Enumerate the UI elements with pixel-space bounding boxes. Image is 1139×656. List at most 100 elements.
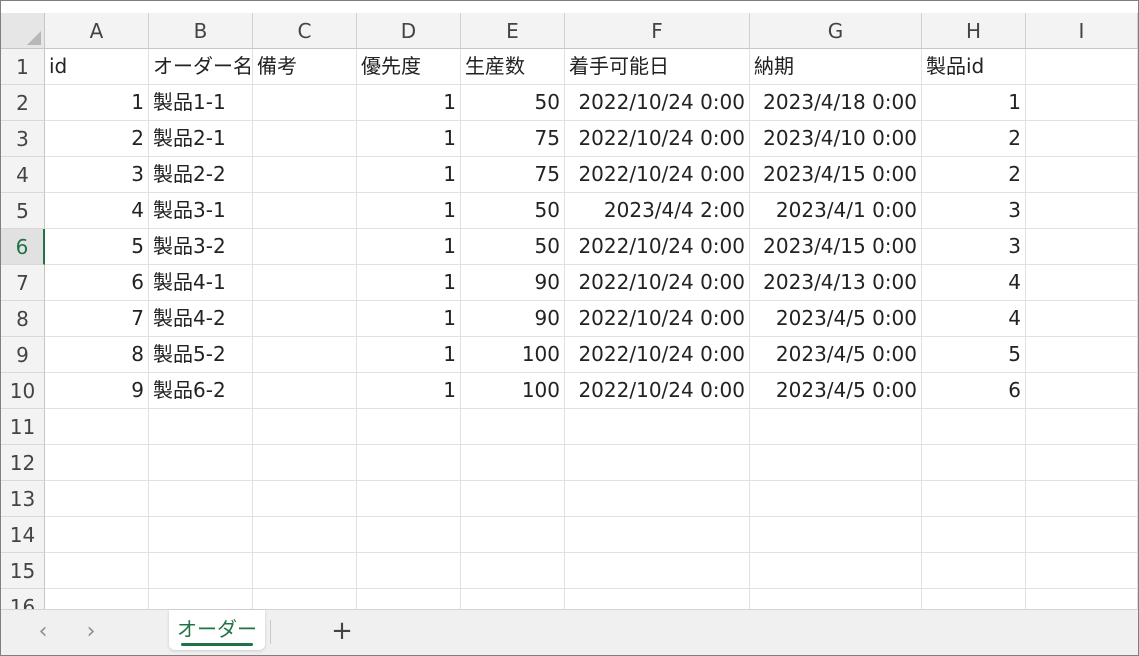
row-header-15[interactable]: 15 [1,553,45,589]
cell-i11[interactable] [1026,409,1138,445]
row-header-9[interactable]: 9 [1,337,45,373]
cell-f2[interactable]: 2022/10/24 0:00 [565,85,750,121]
cell-h6[interactable]: 3 [922,229,1026,265]
cell-c9[interactable] [253,337,357,373]
worksheet-grid[interactable]: ABCDEFGHI 1 2 3 4 5 6 7 8 9 10 11 12 13 14 15 16 id オーダー… [1,13,1138,609]
cell-h9[interactable]: 5 [922,337,1026,373]
cell-g4[interactable]: 2023/4/15 0:00 [750,157,922,193]
sheet-tab-order[interactable]: オーダー [169,610,265,650]
cell-d13[interactable] [357,481,461,517]
cell-f7[interactable]: 2022/10/24 0:00 [565,265,750,301]
cell-c13[interactable] [253,481,357,517]
cell-f16[interactable] [565,589,750,609]
row-header-11[interactable]: 11 [1,409,45,445]
column-header-g[interactable]: G [750,13,922,49]
cell-f11[interactable] [565,409,750,445]
cell-a14[interactable] [45,517,149,553]
cell-f6[interactable]: 2022/10/24 0:00 [565,229,750,265]
cell-g9[interactable]: 2023/4/5 0:00 [750,337,922,373]
cell-d15[interactable] [357,553,461,589]
cell-e15[interactable] [461,553,565,589]
cell-i16[interactable] [1026,589,1138,609]
cell-c12[interactable] [253,445,357,481]
cell-i2[interactable] [1026,85,1138,121]
cell-g6[interactable]: 2023/4/15 0:00 [750,229,922,265]
cell-d10[interactable]: 1 [357,373,461,409]
column-header-i[interactable]: I [1026,13,1138,49]
cell-h15[interactable] [922,553,1026,589]
row-header-13[interactable]: 13 [1,481,45,517]
cell-h1[interactable]: 製品id [922,49,1026,85]
cell-b15[interactable] [149,553,253,589]
cell-f10[interactable]: 2022/10/24 0:00 [565,373,750,409]
cell-f12[interactable] [565,445,750,481]
cell-i12[interactable] [1026,445,1138,481]
cell-e4[interactable]: 75 [461,157,565,193]
select-all-corner[interactable] [1,13,45,49]
cell-h2[interactable]: 1 [922,85,1026,121]
cell-h13[interactable] [922,481,1026,517]
column-header-a[interactable]: A [45,13,149,49]
cell-g10[interactable]: 2023/4/5 0:00 [750,373,922,409]
row-header-5[interactable]: 5 [1,193,45,229]
cell-a4[interactable]: 3 [45,157,149,193]
cell-b8[interactable]: 製品4-2 [149,301,253,337]
cell-b14[interactable] [149,517,253,553]
cell-d2[interactable]: 1 [357,85,461,121]
cell-c2[interactable] [253,85,357,121]
cell-d6[interactable]: 1 [357,229,461,265]
cell-g16[interactable] [750,589,922,609]
cell-e9[interactable]: 100 [461,337,565,373]
row-header-1[interactable]: 1 [1,49,45,85]
add-sheet-plus-icon[interactable]: + [327,616,357,646]
cell-c16[interactable] [253,589,357,609]
row-header-4[interactable]: 4 [1,157,45,193]
cell-c7[interactable] [253,265,357,301]
cell-h11[interactable] [922,409,1026,445]
cell-e12[interactable] [461,445,565,481]
cell-h7[interactable]: 4 [922,265,1026,301]
cell-b7[interactable]: 製品4-1 [149,265,253,301]
row-header-12[interactable]: 12 [1,445,45,481]
cell-i7[interactable] [1026,265,1138,301]
cell-e16[interactable] [461,589,565,609]
cell-b4[interactable]: 製品2-2 [149,157,253,193]
cell-a5[interactable]: 4 [45,193,149,229]
cell-a13[interactable] [45,481,149,517]
cell-f8[interactable]: 2022/10/24 0:00 [565,301,750,337]
cell-c6[interactable] [253,229,357,265]
cell-a16[interactable] [45,589,149,609]
cell-g3[interactable]: 2023/4/10 0:00 [750,121,922,157]
column-header-f[interactable]: F [565,13,750,49]
cell-g12[interactable] [750,445,922,481]
row-header-7[interactable]: 7 [1,265,45,301]
cell-e14[interactable] [461,517,565,553]
prev-sheet-chevron-icon[interactable]: ‹ [29,618,57,646]
cell-e10[interactable]: 100 [461,373,565,409]
cell-d16[interactable] [357,589,461,609]
cell-a2[interactable]: 1 [45,85,149,121]
cell-f5[interactable]: 2023/4/4 2:00 [565,193,750,229]
cell-g5[interactable]: 2023/4/1 0:00 [750,193,922,229]
cell-h8[interactable]: 4 [922,301,1026,337]
cell-e13[interactable] [461,481,565,517]
cell-a7[interactable]: 6 [45,265,149,301]
column-header-c[interactable]: C [253,13,357,49]
cell-c8[interactable] [253,301,357,337]
cell-b2[interactable]: 製品1-1 [149,85,253,121]
cell-g2[interactable]: 2023/4/18 0:00 [750,85,922,121]
cell-g7[interactable]: 2023/4/13 0:00 [750,265,922,301]
cell-c4[interactable] [253,157,357,193]
cell-d12[interactable] [357,445,461,481]
cell-i15[interactable] [1026,553,1138,589]
cell-a3[interactable]: 2 [45,121,149,157]
cell-f15[interactable] [565,553,750,589]
cell-f9[interactable]: 2022/10/24 0:00 [565,337,750,373]
cell-c11[interactable] [253,409,357,445]
cell-f13[interactable] [565,481,750,517]
cell-h14[interactable] [922,517,1026,553]
cell-i1[interactable] [1026,49,1138,85]
cell-d3[interactable]: 1 [357,121,461,157]
cell-e1[interactable]: 生産数 [461,49,565,85]
column-header-h[interactable]: H [922,13,1026,49]
